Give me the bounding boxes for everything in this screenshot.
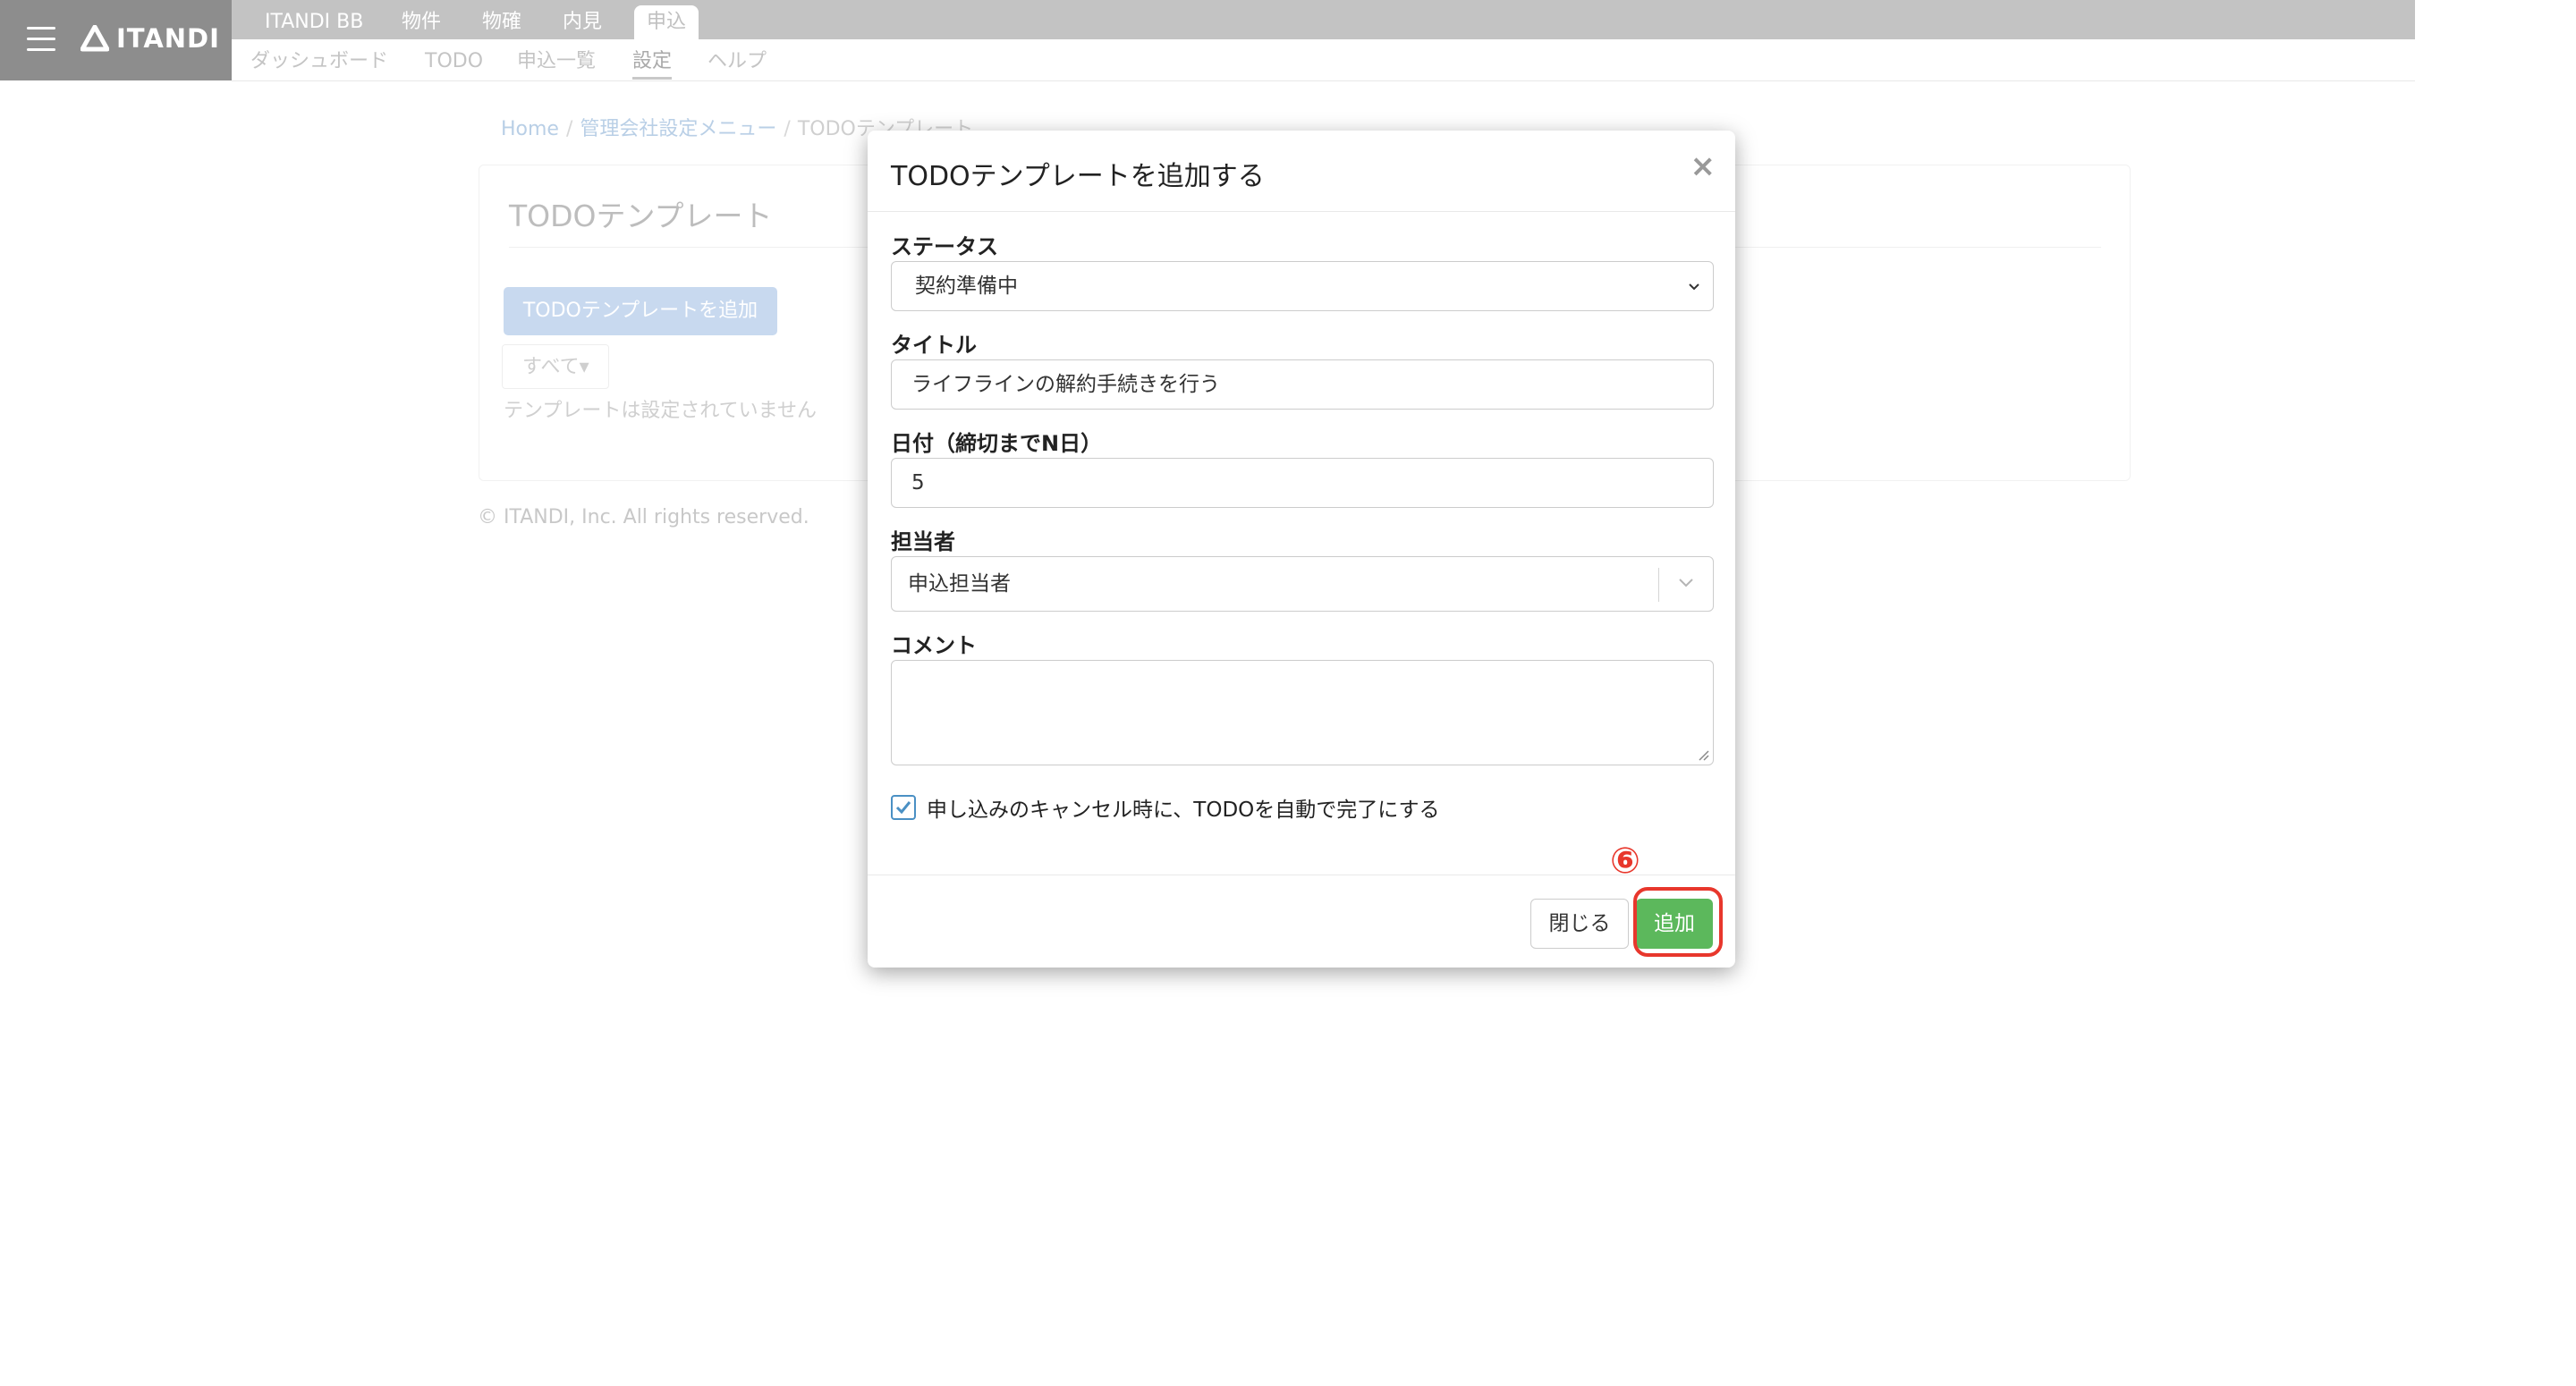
brand-area: ITANDI bbox=[0, 0, 232, 80]
nav-tab-property[interactable]: 物件 bbox=[389, 5, 453, 39]
comment-label: コメント bbox=[891, 633, 977, 658]
auto-complete-row: 申し込みのキャンセル時に、TODOを自動で完了にする bbox=[891, 792, 1440, 823]
subnav-settings[interactable]: 設定 bbox=[632, 46, 673, 80]
breadcrumb-home[interactable]: Home bbox=[501, 118, 559, 140]
auto-complete-checkbox[interactable] bbox=[891, 795, 916, 820]
footer-copyright: © ITANDI, Inc. All rights reserved. bbox=[478, 506, 809, 528]
add-todo-template-modal: TODOテンプレートを追加する × ステータス 契約準備中 タイトル ライフライ… bbox=[868, 131, 1735, 968]
close-icon[interactable]: × bbox=[1690, 148, 1716, 184]
itandi-mark-icon bbox=[80, 25, 109, 52]
sub-nav: ダッシュボード TODO 申込一覧 設定 ヘルプ bbox=[232, 39, 2415, 81]
chevron-down-icon bbox=[1689, 283, 1699, 291]
date-label: 日付（締切までN日） bbox=[891, 431, 1103, 456]
add-button-highlight bbox=[1633, 887, 1723, 957]
modal-header: TODOテンプレートを追加する × bbox=[868, 131, 1735, 212]
nav-tab-property-check[interactable]: 物確 bbox=[470, 5, 534, 39]
date-input-value: 5 bbox=[911, 471, 925, 494]
close-button[interactable]: 閉じる bbox=[1530, 899, 1629, 949]
subnav-application-list[interactable]: 申込一覧 bbox=[517, 46, 596, 77]
title-input-value: ライフラインの解約手続きを行う bbox=[911, 373, 1220, 396]
chevron-down-icon[interactable] bbox=[1677, 577, 1695, 589]
top-header: ITANDI ITANDI BB 物件 物確 内見 申込 ダッシュボード TOD… bbox=[0, 0, 2415, 81]
step-number-annotation: ⑥ bbox=[1610, 841, 1640, 882]
empty-message: テンプレートは設定されていません bbox=[504, 400, 818, 422]
checkmark-icon bbox=[895, 801, 911, 815]
title-input[interactable]: ライフラインの解約手続きを行う bbox=[891, 359, 1714, 410]
assignee-select-value: 申込担当者 bbox=[908, 572, 1011, 596]
modal-footer: 閉じる 追加 bbox=[868, 875, 1735, 968]
itandi-logo[interactable]: ITANDI bbox=[80, 23, 220, 54]
brand-name: ITANDI bbox=[116, 23, 220, 54]
nav-tab-application[interactable]: 申込 bbox=[634, 5, 699, 39]
subnav-dashboard[interactable]: ダッシュボード bbox=[250, 46, 388, 77]
subnav-todo[interactable]: TODO bbox=[425, 46, 483, 77]
subnav-help[interactable]: ヘルプ bbox=[708, 46, 767, 77]
status-select[interactable]: 契約準備中 bbox=[891, 261, 1714, 311]
resize-grip-icon[interactable] bbox=[1697, 748, 1709, 761]
assignee-select[interactable]: 申込担当者 bbox=[891, 556, 1714, 612]
date-input[interactable]: 5 bbox=[891, 458, 1714, 508]
nav-tab-viewing[interactable]: 内見 bbox=[550, 5, 614, 39]
page-title: TODOテンプレート bbox=[509, 199, 773, 233]
assignee-label: 担当者 bbox=[891, 529, 955, 554]
comment-textarea[interactable] bbox=[891, 660, 1714, 765]
main-nav: ITANDI BB 物件 物確 内見 申込 bbox=[232, 0, 2415, 39]
filter-dropdown[interactable]: すべて▾ bbox=[502, 344, 609, 389]
hamburger-menu-icon[interactable] bbox=[27, 27, 55, 52]
title-label: タイトル bbox=[891, 333, 977, 358]
modal-title: TODOテンプレートを追加する bbox=[891, 161, 1265, 192]
add-todo-template-button[interactable]: TODOテンプレートを追加 bbox=[504, 287, 777, 335]
status-select-value: 契約準備中 bbox=[915, 275, 1018, 298]
auto-complete-label[interactable]: 申し込みのキャンセル時に、TODOを自動で完了にする bbox=[927, 792, 1440, 823]
assignee-select-separator bbox=[1658, 568, 1659, 602]
status-label: ステータス bbox=[891, 234, 998, 259]
breadcrumb-settings-menu[interactable]: 管理会社設定メニュー bbox=[580, 118, 776, 140]
nav-tab-itandi-bb[interactable]: ITANDI BB bbox=[252, 5, 376, 39]
